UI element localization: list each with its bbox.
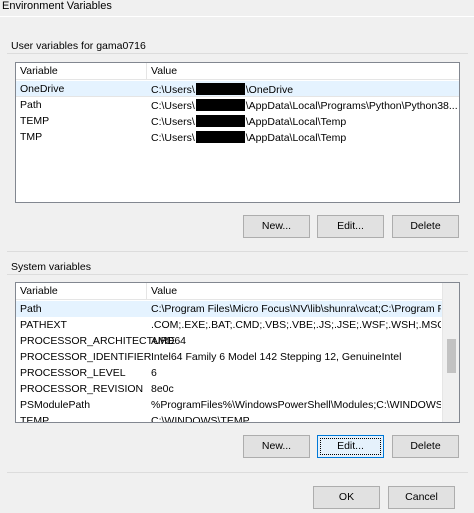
cancel-button[interactable]: Cancel <box>388 486 455 509</box>
variable-value: %ProgramFiles%\WindowsPowerShell\Modules… <box>151 399 441 411</box>
vertical-scrollbar[interactable] <box>442 283 459 422</box>
user-var-row[interactable]: OneDrive C:\Users\ \OneDrive <box>16 81 459 97</box>
user-delete-button[interactable]: Delete <box>392 215 459 238</box>
redaction-box <box>195 115 245 127</box>
variable-name: TMP <box>20 131 43 143</box>
user-vars-group-label: User variables for gama0716 <box>11 40 146 52</box>
column-header-variable[interactable]: Variable <box>20 285 58 297</box>
variable-value: C:\Users\ \AppData\Local\Programs\Python\… <box>151 99 458 112</box>
system-new-button[interactable]: New... <box>243 435 310 458</box>
system-var-row[interactable]: PROCESSOR_REVISION 8e0c <box>16 381 459 397</box>
user-var-row[interactable]: Path C:\Users\ \AppData\Local\Programs\Py… <box>16 97 459 113</box>
variable-name: PROCESSOR_IDENTIFIER <box>20 351 152 363</box>
variable-value: AMD64 <box>151 335 187 347</box>
redaction-box <box>195 83 245 95</box>
system-var-row[interactable]: PROCESSOR_LEVEL 6 <box>16 365 459 381</box>
column-header-value[interactable]: Value <box>151 285 177 297</box>
column-divider[interactable] <box>146 63 147 80</box>
system-var-row[interactable]: PROCESSOR_ARCHITECTURE AMD64 <box>16 333 459 349</box>
window-title: Environment Variables <box>2 0 112 12</box>
redaction-box <box>195 131 245 143</box>
user-new-button[interactable]: New... <box>243 215 310 238</box>
variable-name: Path <box>20 303 42 315</box>
user-var-row[interactable]: TEMP C:\Users\ \AppData\Local\Temp <box>16 113 459 129</box>
system-var-row[interactable]: Path C:\Program Files\Micro Focus\NV\lib… <box>16 301 459 317</box>
system-vars-group-label: System variables <box>11 261 91 273</box>
title-bar: Environment Variables <box>0 0 474 14</box>
variable-name: TEMP <box>20 415 50 423</box>
variable-value: C:\Users\ \AppData\Local\Temp <box>151 131 347 144</box>
user-vars-list[interactable]: Variable Value OneDrive C:\Users\ \OneDri… <box>15 62 460 203</box>
ok-button[interactable]: OK <box>313 486 380 509</box>
system-delete-button[interactable]: Delete <box>392 435 459 458</box>
redaction-box <box>195 99 245 111</box>
system-var-row[interactable]: TEMP C:\WINDOWS\TEMP <box>16 413 459 423</box>
variable-name: Path <box>20 99 42 111</box>
system-vars-list[interactable]: Variable Value Path C:\Program Files\Mic… <box>15 282 460 423</box>
variable-value: Intel64 Family 6 Model 142 Stepping 12, … <box>151 351 402 363</box>
system-var-row[interactable]: PSModulePath %ProgramFiles%\WindowsPower… <box>16 397 459 413</box>
variable-value: C:\Users\ \AppData\Local\Temp <box>151 115 347 128</box>
variable-name: TEMP <box>20 115 50 127</box>
variable-value: C:\Users\ \OneDrive <box>151 83 294 96</box>
variable-value: .COM;.EXE;.BAT;.CMD;.VBS;.VBE;.JS;.JSE;.… <box>151 319 441 331</box>
variable-value: C:\Program Files\Micro Focus\NV\lib\shun… <box>151 303 441 315</box>
variable-name: PATHEXT <box>20 319 67 331</box>
variable-value: 6 <box>151 367 157 379</box>
variable-name: PROCESSOR_REVISION <box>20 383 144 395</box>
system-edit-button[interactable]: Edit... <box>317 435 384 458</box>
user-vars-header: Variable Value <box>16 63 459 80</box>
variable-value: 8e0c <box>151 383 174 395</box>
user-edit-button[interactable]: Edit... <box>317 215 384 238</box>
column-header-value[interactable]: Value <box>151 65 177 77</box>
system-var-row[interactable]: PROCESSOR_IDENTIFIER Intel64 Family 6 Mo… <box>16 349 459 365</box>
system-var-row[interactable]: PATHEXT .COM;.EXE;.BAT;.CMD;.VBS;.VBE;.J… <box>16 317 459 333</box>
variable-name: OneDrive <box>20 83 65 95</box>
column-divider[interactable] <box>146 283 147 300</box>
variable-value: C:\WINDOWS\TEMP <box>151 415 250 423</box>
variable-name: PSModulePath <box>20 399 91 411</box>
system-vars-header: Variable Value <box>16 283 459 300</box>
column-header-variable[interactable]: Variable <box>20 65 58 77</box>
variable-name: PROCESSOR_LEVEL <box>20 367 126 379</box>
scrollbar-thumb[interactable] <box>447 339 456 373</box>
user-var-row[interactable]: TMP C:\Users\ \AppData\Local\Temp <box>16 129 459 145</box>
title-divider <box>0 16 474 17</box>
